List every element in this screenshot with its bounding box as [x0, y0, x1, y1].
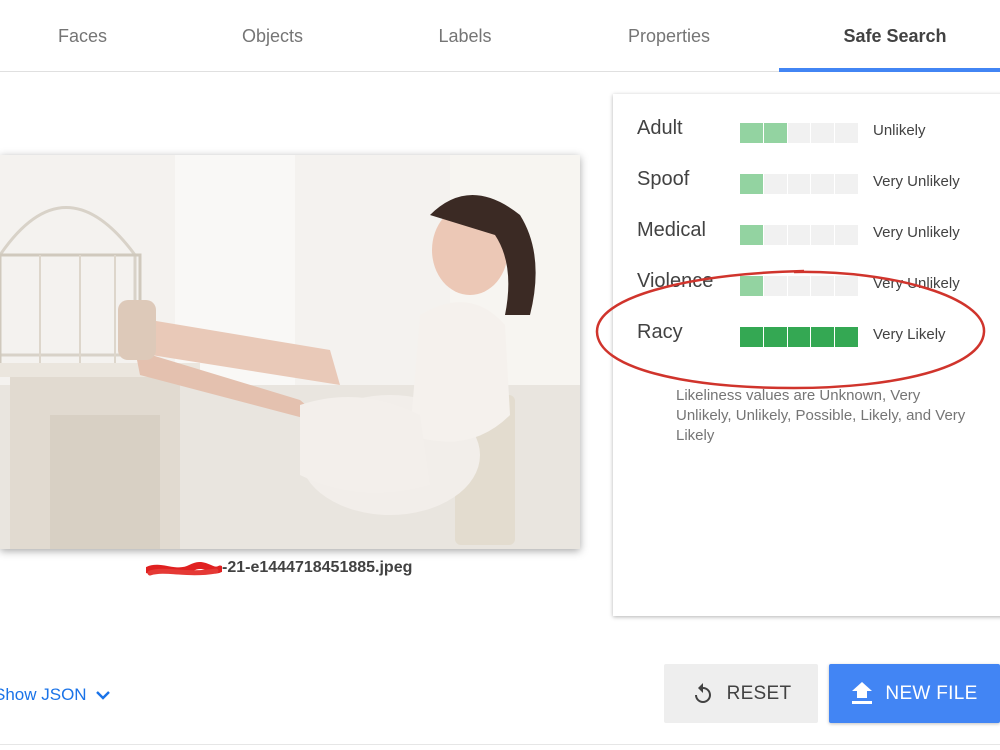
safe-search-row-violence: Violence Very Unlikely — [613, 262, 1000, 302]
tab-faces[interactable]: Faces — [0, 0, 165, 72]
new-file-button[interactable]: NEW FILE — [829, 664, 1000, 723]
safe-search-row-racy: Racy Very Likely — [613, 313, 1000, 353]
tab-objects[interactable]: Objects — [165, 0, 380, 72]
likelihood-segment — [740, 327, 763, 347]
likelihood-segment — [787, 174, 811, 194]
reset-label: RESET — [726, 682, 792, 704]
likelihood-value: Very Unlikely — [873, 173, 960, 190]
likelihood-value: Unlikely — [873, 122, 926, 139]
likelihood-bar — [740, 225, 858, 245]
category-label: Racy — [637, 321, 683, 343]
safe-search-row-medical: Medical Very Unlikely — [613, 211, 1000, 251]
safe-search-row-adult: Adult Unlikely — [613, 109, 1000, 149]
likelihood-segment — [811, 225, 835, 245]
likelihood-segment — [787, 276, 811, 296]
likelihood-note: Likeliness values are Unknown, Very Unli… — [676, 387, 966, 444]
likelihood-segment — [811, 327, 835, 347]
likelihood-segment — [811, 276, 835, 296]
show-json-toggle[interactable]: Show JSON — [0, 683, 111, 707]
show-json-label: Show JSON — [0, 685, 87, 704]
upload-icon — [852, 681, 873, 704]
active-tab-indicator — [779, 68, 1000, 72]
category-label: Medical — [637, 219, 706, 241]
likelihood-segment — [835, 327, 858, 347]
safe-search-card: Adult Unlikely Spoof Very Unlikely Medic… — [613, 94, 1000, 616]
likelihood-segment — [740, 225, 763, 245]
likelihood-segment — [763, 225, 787, 245]
reset-button[interactable]: RESET — [664, 664, 818, 723]
tab-labels[interactable]: Labels — [380, 0, 550, 72]
likelihood-segment — [811, 123, 835, 143]
likelihood-segment — [763, 123, 787, 143]
likelihood-segment — [763, 327, 787, 347]
likelihood-segment — [811, 174, 835, 194]
photo-illustration — [0, 155, 580, 549]
likelihood-bar — [740, 327, 858, 347]
likelihood-bar — [740, 174, 858, 194]
new-file-label: NEW FILE — [885, 682, 978, 704]
category-label: Violence — [637, 270, 714, 292]
likelihood-segment — [787, 123, 811, 143]
likelihood-segment — [740, 276, 763, 296]
likelihood-segment — [835, 276, 858, 296]
tab-bar: Faces Objects Labels Properties Safe Sea… — [0, 0, 1000, 72]
category-label: Spoof — [637, 168, 690, 190]
image-filename: -21-e1444718451885.jpeg — [222, 559, 413, 576]
safe-search-row-spoof: Spoof Very Unlikely — [613, 160, 1000, 200]
likelihood-bar — [740, 276, 858, 296]
tab-properties[interactable]: Properties — [550, 0, 788, 72]
uploaded-image — [0, 155, 580, 549]
likelihood-segment — [763, 174, 787, 194]
likelihood-segment — [835, 123, 858, 143]
likelihood-segment — [740, 123, 763, 143]
likelihood-segment — [787, 225, 811, 245]
chevron-down-icon — [95, 691, 110, 700]
likelihood-bar — [740, 123, 858, 143]
likelihood-segment — [787, 327, 811, 347]
likelihood-segment — [835, 174, 858, 194]
category-label: Adult — [637, 117, 683, 139]
redaction-scribble — [146, 562, 222, 576]
tab-safe-search[interactable]: Safe Search — [790, 0, 1000, 72]
refresh-icon — [694, 682, 711, 703]
likelihood-segment — [835, 225, 858, 245]
likelihood-value: Very Likely — [873, 326, 946, 343]
likelihood-value: Very Unlikely — [873, 275, 960, 292]
likelihood-segment — [740, 174, 763, 194]
likelihood-segment — [763, 276, 787, 296]
likelihood-value: Very Unlikely — [873, 224, 960, 241]
footer-divider — [0, 744, 1000, 745]
